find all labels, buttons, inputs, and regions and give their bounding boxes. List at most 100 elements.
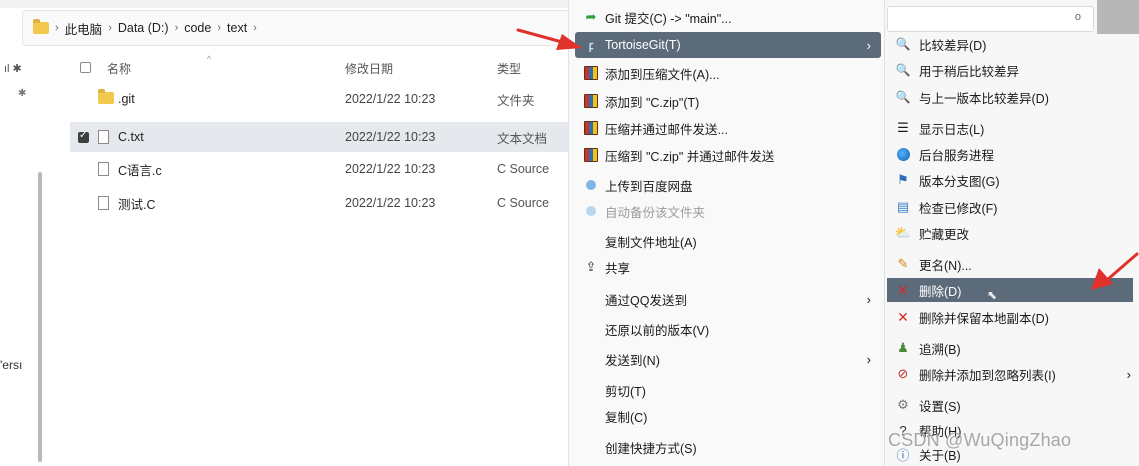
breadcrumb-item-text[interactable]: text [227,21,247,35]
diff-icon: 🔍 [895,37,911,51]
winrar-icon [583,65,599,81]
submenu-item-settings[interactable]: ⚙ 设置(S) [887,393,1133,417]
menu-item-label: 上传到百度网盘 [605,179,693,194]
submenu-item-daemon[interactable]: 后台服务进程 [887,142,1133,166]
nav-item-personal[interactable]: 'ersı [0,358,22,372]
search-icon: o [1074,11,1081,23]
file-row[interactable]: 测试.C 2022/1/22 10:23 C Source [70,188,575,218]
breadcrumb-item-drive[interactable]: Data (D:) [118,21,169,35]
submenu-item-label: 删除并添加到忽略列表(I) [919,368,1056,383]
submenu-item-label: 显示日志(L) [919,122,985,137]
breadcrumb-item-this-pc[interactable]: 此电脑 [65,19,103,38]
file-name: C语言.c [118,163,162,178]
delete-ignore-icon: ⊘ [897,366,909,381]
column-header-name[interactable]: 名称 [107,60,131,77]
breadcrumb-item-code[interactable]: code [184,21,211,35]
file-type: C Source [497,162,550,176]
chevron-right-icon: › [866,291,871,307]
window-edge [1097,0,1139,34]
file-type: 文本文档 [497,131,548,146]
submenu-item-stash[interactable]: ⛅ 贮藏更改 [887,221,1133,245]
chevron-right-icon: › [866,37,871,53]
menu-item-tortoisegit[interactable]: ꝼ TortoiseGit(T) › [575,32,881,58]
winrar-icon [583,147,599,163]
file-name: .git [118,92,135,106]
baidu-netdisk-icon [583,177,599,193]
submenu-item-blame[interactable]: ♟ 追溯(B) [887,336,1133,360]
menu-item-label: 共享 [605,261,631,276]
search-input[interactable]: o [887,6,1094,32]
menu-item-copy[interactable]: 复制(C) [575,403,881,429]
menu-item-add-to-archive[interactable]: 添加到压缩文件(A)... [575,60,881,86]
menu-item-label: 压缩到 "C.zip" 并通过邮件发送 [605,149,775,164]
submenu-item-diff[interactable]: 🔍 比较差异(D) [887,32,1133,56]
chevron-right-icon: › [174,22,179,34]
file-date: 2022/1/22 10:23 [345,92,436,106]
file-date: 2022/1/22 10:23 [345,130,436,144]
menu-item-compress-zip-and-email[interactable]: 压缩到 "C.zip" 并通过邮件发送 [575,142,881,168]
menu-item-upload-baidu[interactable]: 上传到百度网盘 [575,172,881,198]
submenu-item-revision-graph[interactable]: ⚑ 版本分支图(G) [887,168,1133,192]
submenu-item-label: 与上一版本比较差异(D) [919,91,1049,106]
menu-item-git-commit[interactable]: ➦ Git 提交(C) -> "main"... [575,4,881,30]
winrar-icon [583,93,599,109]
submenu-item-label: 更名(N)... [919,258,972,273]
menu-item-compress-and-email[interactable]: 压缩并通过邮件发送... [575,115,881,141]
menu-item-label: 添加到压缩文件(A)... [605,67,720,82]
submenu-item-diff-later[interactable]: 🔍 用于稍后比较差异 [887,58,1133,82]
menu-item-add-to-zip[interactable]: 添加到 "C.zip"(T) [575,88,881,114]
submenu-item-delete-keep-local[interactable]: ✕ 删除并保留本地副本(D) [887,305,1133,329]
row-checkbox[interactable] [78,130,89,143]
menu-item-label: 创建快捷方式(S) [605,441,697,456]
git-commit-icon: ➦ [585,9,597,24]
menu-item-cut[interactable]: 剪切(T) [575,377,881,403]
document-icon [98,196,109,213]
settings-icon: ⚙ [897,397,909,412]
submenu-item-delete-and-ignore[interactable]: ⊘ 删除并添加到忽略列表(I) › [887,362,1133,386]
folder-icon [33,19,49,34]
nav-pinned-item[interactable]: ıl ✱ [4,62,22,75]
share-icon: ⇪ [585,259,597,274]
file-type: 文件夹 [497,93,535,108]
breadcrumb[interactable]: › 此电脑 › Data (D:) › code › text › [22,10,570,46]
file-name: C.txt [118,130,144,144]
submenu-item-show-log[interactable]: ☰ 显示日志(L) [887,116,1133,140]
submenu-item-diff-previous[interactable]: 🔍 与上一版本比较差异(D) [887,85,1133,109]
file-row[interactable]: C语言.c 2022/1/22 10:23 C Source [70,154,575,184]
pin-icon: ✱ [18,88,27,99]
folder-icon [98,89,114,107]
menu-item-copy-path[interactable]: 复制文件地址(A) [575,228,881,254]
annotation-arrow-icon [1091,252,1139,290]
nav-scrollbar[interactable] [38,172,42,462]
menu-item-label: 自动备份该文件夹 [605,205,706,220]
column-header-type[interactable]: 类型 [497,60,521,77]
delete-keep-local-icon: ✕ [897,308,909,325]
file-date: 2022/1/22 10:23 [345,196,436,210]
daemon-globe-icon [895,146,911,162]
column-header-date[interactable]: 修改日期 [345,60,393,77]
menu-item-share[interactable]: ⇪ 共享 [575,254,881,280]
file-list: 名称 ^ 修改日期 类型 .git 2022/1/22 10:23 文件夹 C.… [62,54,575,466]
submenu-item-label: 后台服务进程 [919,148,995,163]
log-icon: ☰ [897,120,909,135]
submenu-item-label: 贮藏更改 [919,227,970,242]
submenu-item-label: 追溯(B) [919,342,961,357]
submenu-item-label: 删除(D) [919,284,962,299]
file-row-selected[interactable]: C.txt 2022/1/22 10:23 文本文档 [70,122,575,152]
menu-item-restore-previous-versions[interactable]: 还原以前的版本(V) [575,316,881,342]
submenu-item-check-modifications[interactable]: ▤ 检查已修改(F) [887,195,1133,219]
rename-icon: ✎ [897,256,909,271]
menu-item-send-via-qq[interactable]: 通过QQ发送到 › [575,286,881,312]
menu-item-auto-backup[interactable]: 自动备份该文件夹 [575,198,881,224]
menu-item-send-to[interactable]: 发送到(N) › [575,346,881,372]
title-strip [0,0,575,8]
menu-item-create-shortcut[interactable]: 创建快捷方式(S) [575,434,881,460]
select-all-checkbox[interactable] [80,62,91,73]
chevron-right-icon[interactable]: › [253,22,257,34]
file-explorer: › 此电脑 › Data (D:) › code › text › ıl ✱ ✱… [0,0,575,466]
baidu-netdisk-icon [583,203,599,219]
file-row[interactable]: .git 2022/1/22 10:23 文件夹 [70,84,575,114]
menu-item-label: 发送到(N) [605,353,660,368]
navigation-pane: ıl ✱ ✱ 'ersı [0,52,52,466]
annotation-arrow-icon [516,28,582,50]
